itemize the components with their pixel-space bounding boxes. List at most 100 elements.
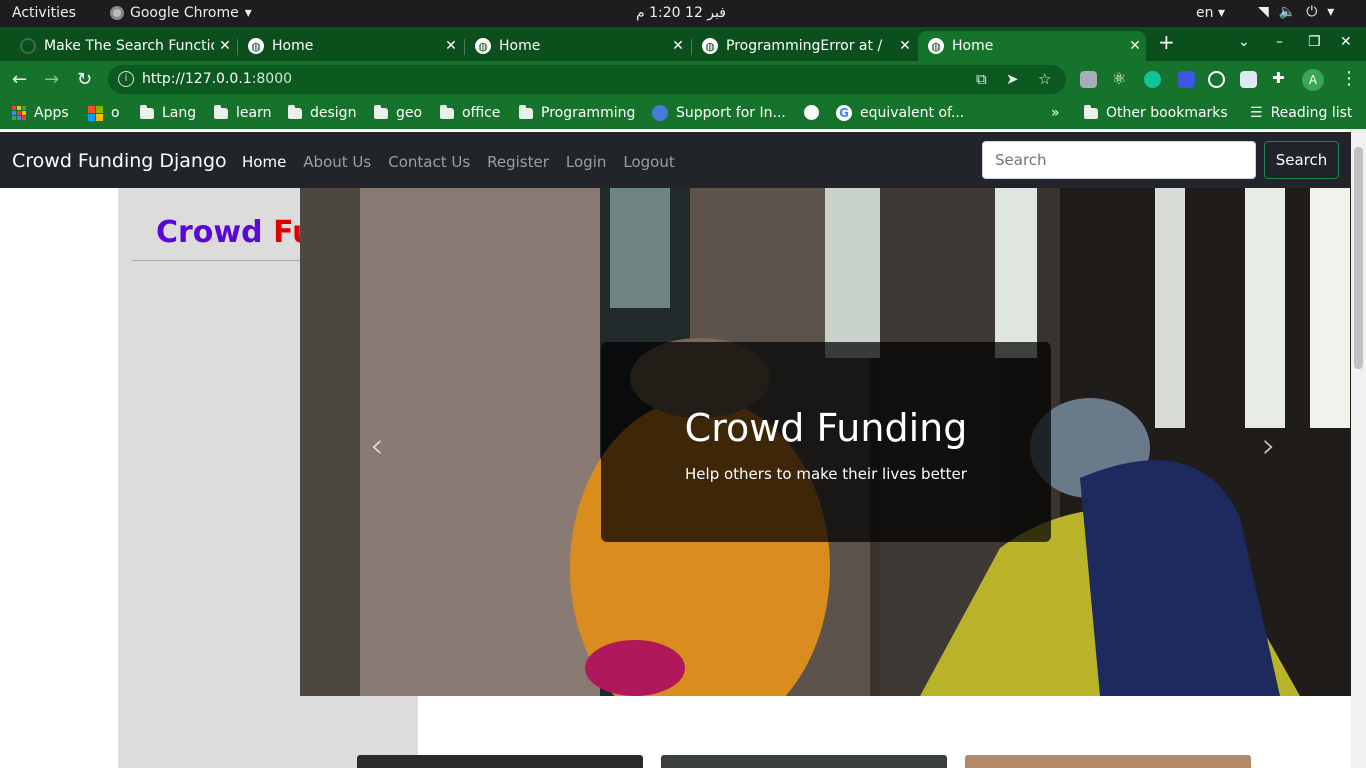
minimize-button[interactable]: – xyxy=(1276,34,1283,50)
page-scrollbar[interactable] xyxy=(1351,129,1366,768)
info-icon[interactable]: i xyxy=(118,71,134,87)
apps-grid-icon xyxy=(12,106,26,120)
heading-divider xyxy=(132,260,300,261)
reload-button[interactable]: ↻ xyxy=(77,69,92,90)
nav-logout[interactable]: Logout xyxy=(623,153,674,171)
bookmark-folder-lang[interactable]: Lang xyxy=(140,104,196,121)
project-card[interactable] xyxy=(965,755,1251,768)
close-icon[interactable]: ✕ xyxy=(667,38,689,54)
folder-icon xyxy=(440,104,454,119)
send-icon[interactable]: ➤ xyxy=(1006,70,1019,88)
carousel-subtitle: Help others to make their lives better xyxy=(685,465,967,483)
nav-about-us[interactable]: About Us xyxy=(303,153,371,171)
back-button[interactable]: ← xyxy=(12,69,27,90)
extension-icon[interactable] xyxy=(1178,71,1195,88)
bookmark-folder-learn[interactable]: learn xyxy=(214,104,271,121)
globe-icon: ◍ xyxy=(475,38,491,54)
tab-0[interactable]: Make The Search Functio ✕ xyxy=(10,31,236,61)
tab-title: Home xyxy=(499,38,541,54)
bookmark-globe[interactable] xyxy=(804,105,827,120)
close-icon[interactable]: ✕ xyxy=(214,38,236,54)
open-in-new-icon[interactable]: ⧉ xyxy=(976,70,987,88)
bookmark-folder-programming[interactable]: Programming xyxy=(519,104,635,121)
site-brand[interactable]: Crowd Funding Django xyxy=(12,150,227,172)
new-tab-button[interactable]: + xyxy=(1158,30,1175,54)
url-text[interactable]: http://127.0.0.1:8000 xyxy=(142,71,292,87)
grammarly-icon[interactable] xyxy=(1144,71,1161,88)
extension-icon[interactable] xyxy=(1080,71,1097,88)
bookmark-o[interactable]: o xyxy=(88,105,120,121)
scrollbar-thumb[interactable] xyxy=(1354,147,1363,369)
nav-home[interactable]: Home xyxy=(242,153,286,171)
carousel-title: Crowd Funding xyxy=(684,406,968,450)
bookmark-support[interactable]: Support for In... xyxy=(652,105,786,121)
carousel-prev-chevron-icon[interactable]: ‹ xyxy=(370,426,384,466)
bookmark-label: geo xyxy=(396,105,423,121)
language-indicator[interactable]: en ▾ xyxy=(1196,5,1225,21)
nav-contact-us[interactable]: Contact Us xyxy=(388,153,470,171)
close-icon[interactable]: ✕ xyxy=(894,38,916,54)
system-top-bar: Activities Google Chrome ▾ فبر 12 1:20 م… xyxy=(0,0,1366,27)
folder-icon xyxy=(1084,104,1098,119)
power-icon: ⏻ xyxy=(1306,4,1318,20)
volume-icon: 🔈 xyxy=(1278,4,1297,20)
search-button[interactable]: Search xyxy=(1264,141,1339,179)
tab-title: Home xyxy=(952,38,994,54)
github-icon xyxy=(20,38,36,54)
carousel-next-chevron-icon[interactable]: › xyxy=(1262,426,1276,466)
bookmark-label: o xyxy=(111,105,120,121)
tab-3[interactable]: ◍ ProgrammingError at / ✕ xyxy=(692,31,916,61)
search-input[interactable] xyxy=(982,141,1256,179)
maximize-button[interactable]: ❐ xyxy=(1308,34,1321,50)
window-close-button[interactable]: ✕ xyxy=(1340,34,1352,50)
globe-icon: ◍ xyxy=(702,38,718,54)
activities-button[interactable]: Activities xyxy=(12,5,76,21)
heading-word-1: Crowd xyxy=(156,215,263,250)
bookmark-equivalent[interactable]: G equivalent of... xyxy=(836,105,964,121)
project-card[interactable] xyxy=(661,755,947,768)
forward-button[interactable]: → xyxy=(44,69,59,90)
extension-icon[interactable] xyxy=(1240,71,1257,88)
tab-title: Make The Search Functio xyxy=(44,38,214,54)
bookmark-folder-geo[interactable]: geo xyxy=(374,104,423,121)
apps-bookmark[interactable]: Apps xyxy=(12,105,69,121)
folder-icon xyxy=(519,104,533,119)
web-page: Crowd Funding Django Home About Us Conta… xyxy=(0,129,1351,768)
bookmark-folder-design[interactable]: design xyxy=(288,104,356,121)
reading-list[interactable]: ☰ Reading list xyxy=(1250,105,1352,121)
chrome-icon xyxy=(110,6,124,20)
extension-icon[interactable] xyxy=(1208,71,1225,88)
app-menu[interactable]: Google Chrome ▾ xyxy=(110,5,252,21)
tab-1[interactable]: ◍ Home ✕ xyxy=(238,31,462,61)
tab-title: Home xyxy=(272,38,314,54)
close-icon[interactable]: ✕ xyxy=(440,38,462,54)
browser-toolbar: ← → ↻ i http://127.0.0.1:8000 ⧉ ➤ ☆ ⚛ ✚ … xyxy=(0,61,1366,98)
bookmarks-overflow-button[interactable]: » xyxy=(1051,105,1060,121)
clock[interactable]: فبر 12 1:20 م xyxy=(636,5,726,21)
nav-login[interactable]: Login xyxy=(566,153,606,171)
project-card[interactable] xyxy=(357,755,643,768)
tab-4-active[interactable]: ◍ Home ✕ xyxy=(918,31,1146,61)
globe-icon: ◍ xyxy=(928,38,944,54)
caret-down-icon: ▾ xyxy=(244,5,252,21)
other-bookmarks[interactable]: Other bookmarks xyxy=(1084,104,1228,121)
site-favicon-icon xyxy=(652,105,668,121)
system-menu[interactable]: ◥ 🔈 ⏻ ▾ xyxy=(1258,4,1334,20)
menu-kebab-icon[interactable]: ⋮ xyxy=(1340,68,1358,89)
app-name: Google Chrome xyxy=(130,5,239,21)
profile-avatar[interactable]: A xyxy=(1302,69,1324,91)
tab-search-chevron-icon[interactable]: ⌄ xyxy=(1238,34,1250,50)
bookmark-label: Support for In... xyxy=(676,105,786,121)
tab-2[interactable]: ◍ Home ✕ xyxy=(465,31,689,61)
url-port: :8000 xyxy=(251,71,293,87)
puzzle-icon[interactable]: ✚ xyxy=(1272,69,1289,87)
google-icon: G xyxy=(836,105,852,121)
nav-register[interactable]: Register xyxy=(487,153,549,171)
close-icon[interactable]: ✕ xyxy=(1124,38,1146,54)
bookmark-star-icon[interactable]: ☆ xyxy=(1038,70,1051,88)
url-host: http://127.0.0.1 xyxy=(142,71,252,87)
address-bar[interactable]: i http://127.0.0.1:8000 ⧉ ➤ ☆ xyxy=(108,65,1066,94)
react-devtools-icon[interactable]: ⚛ xyxy=(1112,69,1129,88)
bookmark-folder-office[interactable]: office xyxy=(440,104,500,121)
folder-icon xyxy=(140,104,154,119)
